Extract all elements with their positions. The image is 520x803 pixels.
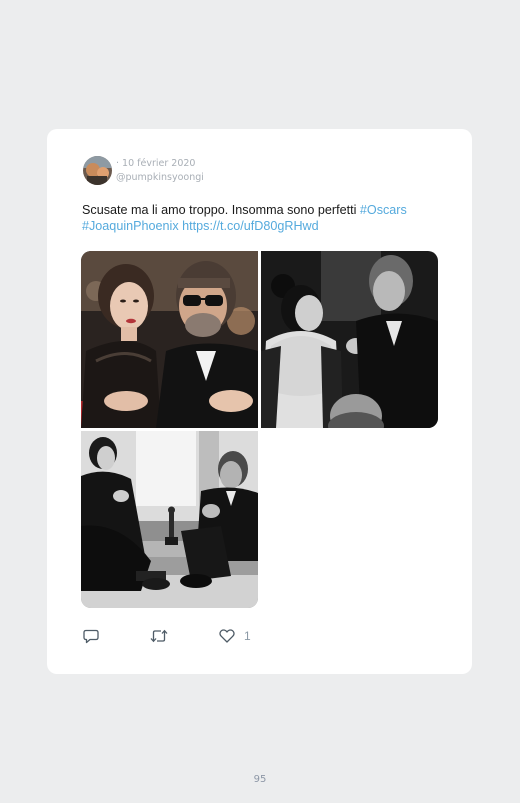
like-count: 1 xyxy=(244,629,251,643)
retweet-icon xyxy=(150,629,168,643)
tweet-handle[interactable]: @pumpkinsyoongi xyxy=(116,171,204,185)
tweet-photo-3[interactable] xyxy=(81,431,258,608)
retweet-button[interactable] xyxy=(150,628,168,644)
page-number: 95 xyxy=(253,774,267,785)
tweet-photo-2[interactable] xyxy=(261,251,438,428)
tweet-meta: · 10 février 2020 @pumpkinsyoongi xyxy=(116,157,204,184)
tweet-body: Scusate ma li amo troppo. Insomma sono p… xyxy=(82,203,360,217)
tweet-photo-1[interactable] xyxy=(81,251,258,428)
reply-button[interactable] xyxy=(83,628,99,644)
hashtag-joaquinphoenix[interactable]: #JoaquinPhoenix xyxy=(82,219,179,233)
heart-icon xyxy=(219,629,235,643)
tweet-actions: 1 xyxy=(83,628,283,646)
tweet-text: Scusate ma li amo troppo. Insomma sono p… xyxy=(82,203,442,234)
avatar[interactable] xyxy=(83,156,112,185)
hashtag-oscars[interactable]: #Oscars xyxy=(360,203,407,217)
tweet-card: · 10 février 2020 @pumpkinsyoongi Scusat… xyxy=(47,129,472,674)
reply-icon xyxy=(83,629,99,644)
like-button[interactable]: 1 xyxy=(219,628,251,644)
tweet-date[interactable]: · 10 février 2020 xyxy=(116,157,204,171)
tweet-link[interactable]: https://t.co/ufD80gRHwd xyxy=(182,219,319,233)
